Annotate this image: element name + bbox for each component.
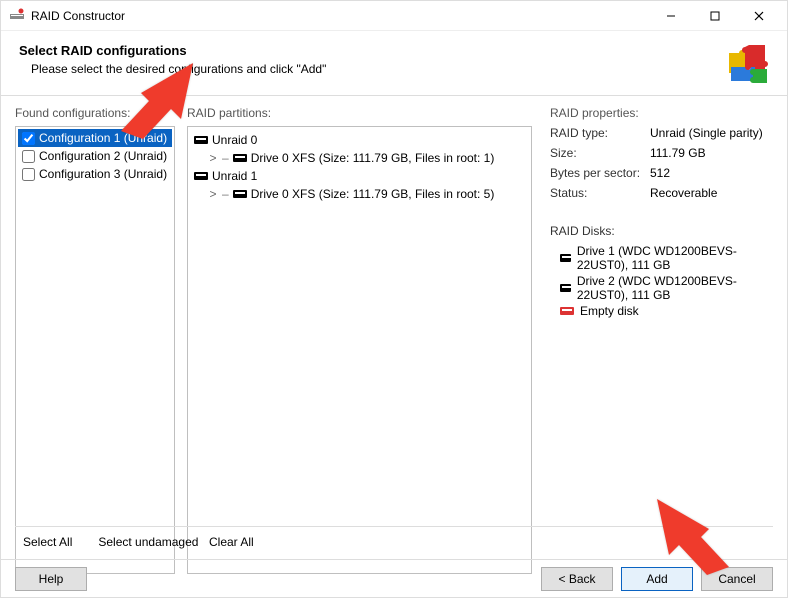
maximize-button[interactable] bbox=[693, 2, 737, 30]
select-all-button[interactable]: Select All bbox=[15, 531, 80, 553]
tree-connector: – bbox=[222, 149, 229, 167]
footer: Help < Back Add Cancel bbox=[1, 559, 787, 597]
found-label: Found configurations: bbox=[15, 106, 175, 120]
partition-child[interactable]: > – Drive 0 XFS (Size: 111.79 GB, Files … bbox=[194, 149, 525, 167]
config-label: Configuration 1 (Unraid) bbox=[39, 131, 167, 145]
config-label: Configuration 2 (Unraid) bbox=[39, 149, 167, 163]
add-button[interactable]: Add bbox=[621, 567, 693, 591]
prop-value: 111.79 GB bbox=[650, 146, 773, 160]
config-item-1[interactable]: Configuration 1 (Unraid) bbox=[18, 129, 172, 147]
separator bbox=[15, 526, 773, 527]
properties-label: RAID properties: bbox=[550, 106, 773, 120]
disk-item: Drive 2 (WDC WD1200BEVS-22UST0), 111 GB bbox=[560, 274, 773, 302]
disk-item: Empty disk bbox=[560, 304, 773, 318]
prop-key: Bytes per sector: bbox=[550, 166, 650, 180]
found-configurations-column: Found configurations: Configuration 1 (U… bbox=[15, 106, 175, 574]
disk-label: Drive 1 (WDC WD1200BEVS-22UST0), 111 GB bbox=[577, 244, 773, 272]
config-checkbox-1[interactable] bbox=[22, 132, 35, 145]
config-checkbox-2[interactable] bbox=[22, 150, 35, 163]
config-item-2[interactable]: Configuration 2 (Unraid) bbox=[18, 147, 172, 165]
window-title: RAID Constructor bbox=[31, 9, 125, 23]
expand-icon[interactable]: > bbox=[208, 185, 218, 203]
help-button[interactable]: Help bbox=[15, 567, 87, 591]
title-bar: RAID Constructor bbox=[1, 1, 787, 31]
found-configurations-list[interactable]: Configuration 1 (Unraid) Configuration 2… bbox=[15, 126, 175, 574]
app-icon bbox=[9, 8, 25, 24]
main-content: Found configurations: Configuration 1 (U… bbox=[1, 96, 787, 574]
partition-label: Unraid 0 bbox=[212, 131, 257, 149]
partition-node[interactable]: Unraid 1 bbox=[194, 167, 525, 185]
partition-child[interactable]: > – Drive 0 XFS (Size: 111.79 GB, Files … bbox=[194, 185, 525, 203]
close-button[interactable] bbox=[737, 2, 781, 30]
prop-value: 512 bbox=[650, 166, 773, 180]
prop-value: Recoverable bbox=[650, 186, 773, 200]
tree-connector: – bbox=[222, 185, 229, 203]
raid-partitions-tree[interactable]: Unraid 0 > – Drive 0 XFS (Size: 111.79 G… bbox=[187, 126, 532, 574]
partitions-label: RAID partitions: bbox=[187, 106, 532, 120]
prop-key: Status: bbox=[550, 186, 650, 200]
properties-grid: RAID type: Unraid (Single parity) Size: … bbox=[550, 126, 773, 200]
clear-all-button[interactable]: Clear All bbox=[201, 531, 262, 553]
disk-item: Drive 1 (WDC WD1200BEVS-22UST0), 111 GB bbox=[560, 244, 773, 272]
page-subtitle: Please select the desired configurations… bbox=[31, 62, 727, 76]
config-checkbox-3[interactable] bbox=[22, 168, 35, 181]
disks-label: RAID Disks: bbox=[550, 224, 773, 238]
empty-drive-icon bbox=[560, 307, 574, 315]
raid-partitions-column: RAID partitions: Unraid 0 > – Drive 0 XF… bbox=[187, 106, 532, 574]
drive-icon bbox=[233, 154, 247, 162]
drive-icon bbox=[233, 190, 247, 198]
partition-child-label: Drive 0 XFS (Size: 111.79 GB, Files in r… bbox=[251, 149, 495, 167]
disk-label: Empty disk bbox=[580, 304, 639, 318]
config-label: Configuration 3 (Unraid) bbox=[39, 167, 167, 181]
select-undamaged-button[interactable]: Select undamaged bbox=[90, 531, 206, 553]
config-item-3[interactable]: Configuration 3 (Unraid) bbox=[18, 165, 172, 183]
disk-label: Drive 2 (WDC WD1200BEVS-22UST0), 111 GB bbox=[577, 274, 773, 302]
drive-icon bbox=[560, 284, 571, 292]
back-button[interactable]: < Back bbox=[541, 567, 613, 591]
drive-icon bbox=[194, 136, 208, 144]
prop-key: Size: bbox=[550, 146, 650, 160]
expand-icon[interactable]: > bbox=[208, 149, 218, 167]
disks-list: Drive 1 (WDC WD1200BEVS-22UST0), 111 GB … bbox=[550, 244, 773, 318]
drive-icon bbox=[194, 172, 208, 180]
partition-label: Unraid 1 bbox=[212, 167, 257, 185]
page-title: Select RAID configurations bbox=[19, 43, 727, 58]
raid-properties-column: RAID properties: RAID type: Unraid (Sing… bbox=[544, 106, 773, 574]
cancel-button[interactable]: Cancel bbox=[701, 567, 773, 591]
drive-icon bbox=[560, 254, 571, 262]
partition-node[interactable]: Unraid 0 bbox=[194, 131, 525, 149]
puzzle-icon bbox=[727, 43, 769, 85]
minimize-button[interactable] bbox=[649, 2, 693, 30]
page-header: Select RAID configurations Please select… bbox=[1, 31, 787, 96]
prop-key: RAID type: bbox=[550, 126, 650, 140]
partition-child-label: Drive 0 XFS (Size: 111.79 GB, Files in r… bbox=[251, 185, 495, 203]
selection-buttons: Select All Select undamaged bbox=[15, 531, 206, 553]
prop-value: Unraid (Single parity) bbox=[650, 126, 773, 140]
